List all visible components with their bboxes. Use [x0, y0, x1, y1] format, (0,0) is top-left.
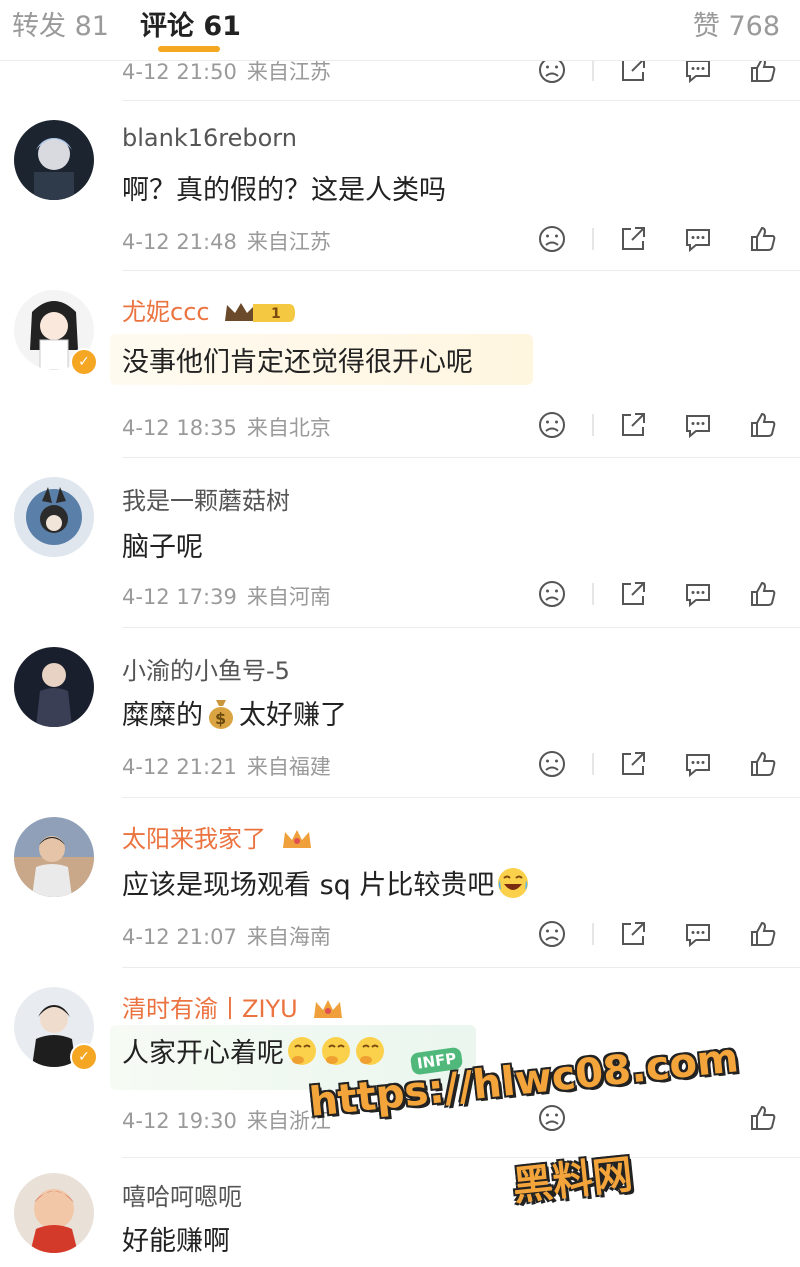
- tab-comments[interactable]: 评论 61: [140, 4, 241, 43]
- comment-time: 4-12 21:21: [122, 755, 237, 779]
- list-item: 太阳来我家了 应该是现场观看 sq 片比较贵吧 4-12 21:07 来自海南: [0, 797, 800, 968]
- avatar[interactable]: [14, 477, 94, 557]
- comment-author[interactable]: 小渝的小鱼号-5: [122, 651, 290, 686]
- money-bag-emoji: $: [209, 700, 233, 729]
- dislike-icon[interactable]: [537, 410, 567, 440]
- comment-time: 4-12 18:35: [122, 416, 237, 440]
- comment-text-content: 应该是现场观看 sq 片比较贵吧: [122, 870, 495, 901]
- list-item: 嘻哈呵嗯呃 好能赚啊: [0, 1157, 800, 1267]
- comment-meta: 4-12 19:30 来自浙江: [122, 1105, 331, 1135]
- comment-author[interactable]: 我是一颗蘑菇树: [122, 481, 290, 516]
- comment-meta: 4-12 21:07 来自海南: [122, 921, 331, 951]
- reply-icon[interactable]: [683, 919, 713, 949]
- list-item: blank16reborn 啊？真的假的？这是人类吗 4-12 21:48 来自江…: [0, 100, 800, 271]
- list-item: 小渝的小鱼号-5 糜糜的 $ 太好赚了 4-12 21:21 来自福建: [0, 627, 800, 798]
- comment-author-name: 太阳来我家了: [122, 825, 266, 853]
- tab-bar: 转发 81 评论 61 赞 768: [0, 0, 800, 61]
- comment-author[interactable]: 清时有渝丨ZIYU: [122, 989, 345, 1024]
- dislike-icon[interactable]: [537, 919, 567, 949]
- comment-meta: 4-12 21:21 来自福建: [122, 751, 331, 781]
- comment-author[interactable]: 太阳来我家了: [122, 819, 314, 854]
- comment-sticker: INFP: [409, 1046, 464, 1076]
- crown-icon: [314, 1000, 343, 1018]
- share-icon[interactable]: [618, 919, 648, 949]
- dislike-icon[interactable]: [537, 579, 567, 609]
- like-icon[interactable]: [748, 410, 778, 440]
- comment-time: 4-12 21:07: [122, 925, 237, 949]
- share-icon[interactable]: [618, 579, 648, 609]
- list-item: 我是一颗蘑菇树 脑子呢 4-12 17:39 来自河南: [0, 457, 800, 628]
- comment-author[interactable]: 尤妮ccc 1: [122, 292, 297, 327]
- share-icon[interactable]: [618, 224, 648, 254]
- dislike-icon[interactable]: [537, 1103, 567, 1133]
- comment-meta: 4-12 21:48 来自江苏: [122, 226, 331, 256]
- divider: [592, 583, 594, 605]
- comment-location: 来自福建: [246, 755, 331, 779]
- like-icon[interactable]: [748, 1103, 778, 1133]
- crown-icon: [282, 830, 311, 848]
- laugh-cry-emoji: [498, 868, 529, 898]
- like-icon[interactable]: [748, 579, 778, 609]
- comment-text-part: 太好赚了: [239, 700, 347, 731]
- svg-text:$: $: [215, 709, 226, 728]
- list-item: ✓ 尤妮ccc 1 没事他们肯定还觉得很开心呢 4-12 18:35 来自北京: [0, 270, 800, 458]
- comment-author[interactable]: blank16reborn: [122, 124, 297, 152]
- comment-location: 来自河南: [246, 585, 331, 609]
- crown-icon: 1: [225, 303, 296, 322]
- dislike-icon[interactable]: [537, 749, 567, 779]
- divider: [592, 228, 594, 250]
- divider: [592, 414, 594, 436]
- comment-location: 来自北京: [246, 416, 331, 440]
- comment-list: 4-12 21:50 来自江苏 blank16reborn 啊？真的假的？这是人类…: [0, 0, 800, 1267]
- like-icon[interactable]: [748, 749, 778, 779]
- reply-icon[interactable]: [683, 410, 713, 440]
- comment-author[interactable]: 嘻哈呵嗯呃: [122, 1177, 242, 1212]
- comment-location: 来自江苏: [246, 60, 331, 84]
- think-emoji: [288, 1037, 384, 1065]
- comment-text-part: 糜糜的: [122, 700, 203, 731]
- avatar[interactable]: [14, 817, 94, 897]
- share-icon[interactable]: [618, 410, 648, 440]
- comment-meta: 4-12 17:39 来自河南: [122, 581, 331, 611]
- comment-text: 脑子呢: [122, 532, 203, 563]
- reply-icon[interactable]: [683, 579, 713, 609]
- avatar[interactable]: [14, 1173, 94, 1253]
- tab-likes[interactable]: 赞 768: [693, 4, 780, 43]
- comment-time: 4-12 21:50: [122, 60, 237, 84]
- comment-text: 应该是现场观看 sq 片比较贵吧: [122, 863, 530, 902]
- comment-time: 4-12 19:30: [122, 1109, 237, 1133]
- comment-time: 4-12 17:39: [122, 585, 237, 609]
- comment-text-content: 人家开心着呢: [122, 1038, 284, 1069]
- reply-icon[interactable]: [683, 224, 713, 254]
- avatar[interactable]: [14, 647, 94, 727]
- comment-location: 来自海南: [246, 925, 331, 949]
- divider: [592, 753, 594, 775]
- comment-text: 好能赚啊: [122, 1226, 230, 1257]
- reply-icon[interactable]: [683, 749, 713, 779]
- tab-repost[interactable]: 转发 81: [12, 4, 109, 43]
- comment-text: 没事他们肯定还觉得很开心呢: [110, 334, 533, 385]
- divider: [592, 923, 594, 945]
- verified-badge: ✓: [70, 1043, 98, 1071]
- comment-author-name: 尤妮ccc: [122, 298, 210, 326]
- comment-text-content: 没事他们肯定还觉得很开心呢: [122, 347, 473, 378]
- comment-location: 来自江苏: [246, 230, 331, 254]
- comment-text: 人家开心着呢 INFP: [110, 1025, 476, 1090]
- comment-text: 糜糜的 $ 太好赚了: [122, 693, 347, 732]
- comment-meta: 4-12 18:35 来自北京: [122, 412, 331, 442]
- comment-time: 4-12 21:48: [122, 230, 237, 254]
- comment-location: 来自浙江: [246, 1109, 331, 1133]
- share-icon[interactable]: [618, 749, 648, 779]
- dislike-icon[interactable]: [537, 224, 567, 254]
- avatar[interactable]: [14, 120, 94, 200]
- divider: [592, 59, 594, 81]
- like-icon[interactable]: [748, 919, 778, 949]
- verified-badge: ✓: [70, 348, 98, 376]
- list-item: ✓ 清时有渝丨ZIYU 人家开心着呢 INFP 4-12 19:30 来自浙江: [0, 967, 800, 1158]
- like-icon[interactable]: [748, 224, 778, 254]
- active-tab-indicator: [158, 46, 220, 52]
- vip-level: 1: [271, 306, 281, 322]
- comment-text: 啊？真的假的？这是人类吗: [122, 175, 446, 206]
- comment-author-name: 清时有渝丨ZIYU: [122, 995, 298, 1023]
